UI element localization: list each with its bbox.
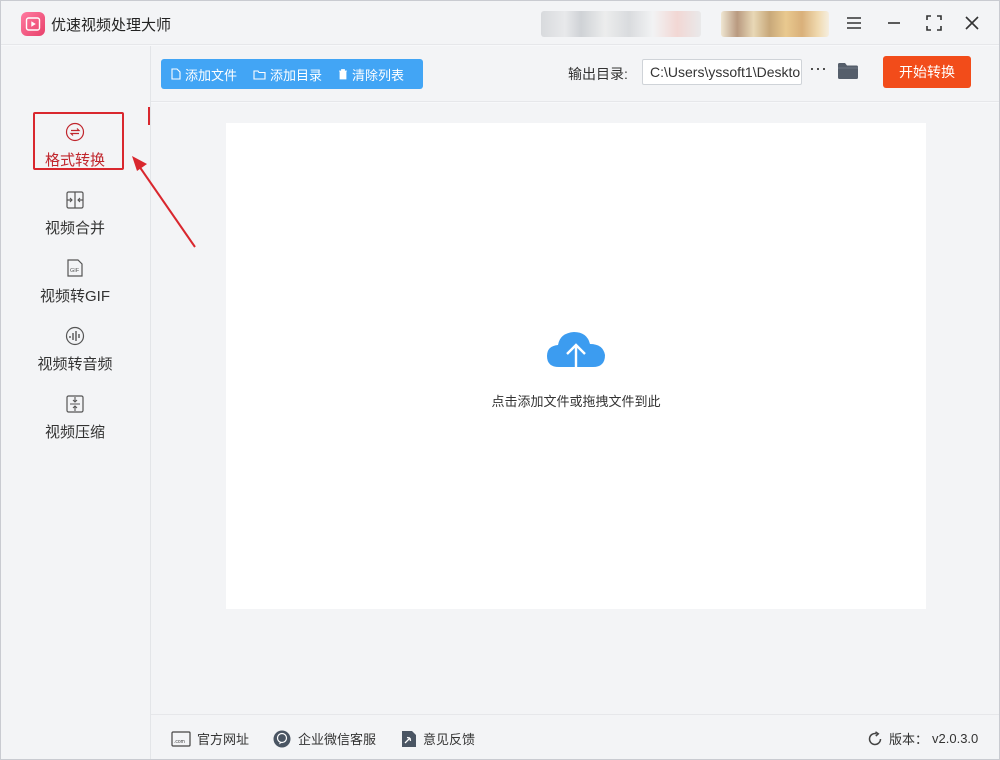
- wechat-icon: [273, 730, 291, 747]
- version-info: 版本： v2.0.3.0: [867, 729, 978, 748]
- trash-icon: [339, 69, 348, 80]
- browse-more-button[interactable]: ···: [808, 59, 828, 83]
- add-folder-button[interactable]: 添加目录: [237, 59, 322, 89]
- footer: .com 官方网址 企业微信客服 意见反馈 版本： v2.0.3.0: [151, 714, 999, 759]
- maximize-button[interactable]: [919, 9, 949, 37]
- add-file-button[interactable]: 添加文件: [161, 59, 237, 89]
- app-window: 优速视频处理大师 格式转换 视频合并 GIF 视频转GIF 视频转音频 视频压缩…: [0, 0, 1000, 760]
- version-number: v2.0.3.0: [932, 731, 979, 746]
- folder-icon: [253, 69, 266, 80]
- open-folder-button[interactable]: [837, 62, 859, 83]
- svg-text:GIF: GIF: [70, 268, 80, 274]
- website-icon: .com: [171, 730, 191, 747]
- wechat-support-link[interactable]: 企业微信客服: [272, 729, 376, 748]
- title-bar: 优速视频处理大师: [1, 1, 999, 45]
- menu-icon: [847, 17, 861, 29]
- sidebar-item-label: 视频转音频: [37, 356, 113, 373]
- active-item-highlight: [33, 112, 124, 170]
- sidebar-item-video-merge[interactable]: 视频合并: [1, 185, 149, 249]
- website-link[interactable]: .com 官方网址: [171, 729, 249, 748]
- maximize-icon: [926, 15, 942, 31]
- sidebar: 格式转换 视频合并 GIF 视频转GIF 视频转音频 视频压缩: [1, 46, 151, 759]
- sidebar-item-label: 视频转GIF: [40, 288, 110, 305]
- close-button[interactable]: [957, 9, 987, 37]
- feedback-link[interactable]: 意见反馈: [401, 729, 475, 748]
- clear-list-button[interactable]: 清除列表: [322, 59, 404, 89]
- refresh-icon: [868, 730, 882, 745]
- feedback-icon: [402, 730, 416, 747]
- gif-icon: GIF: [65, 257, 85, 279]
- sidebar-item-label: 视频合并: [44, 220, 105, 237]
- file-icon: [171, 68, 181, 80]
- toolbar: 添加文件 添加目录 清除列表 输出目录: C:\Users\yssoft1\De…: [151, 46, 999, 102]
- blurred-user-info: [541, 11, 701, 37]
- folder-icon: [838, 63, 858, 79]
- blurred-avatar: [721, 11, 829, 37]
- start-convert-button[interactable]: 开始转换: [883, 56, 971, 88]
- video-merge-icon: [65, 189, 85, 211]
- close-icon: [965, 16, 979, 30]
- drop-hint-text: 点击添加文件或拖拽文件到此: [491, 394, 661, 409]
- sidebar-item-video-to-gif[interactable]: GIF 视频转GIF: [1, 253, 149, 317]
- sidebar-item-video-to-audio[interactable]: 视频转音频: [1, 321, 149, 385]
- menu-button[interactable]: [839, 9, 869, 37]
- version-label: 版本：: [889, 732, 929, 747]
- file-button-group: 添加文件 添加目录 清除列表: [161, 59, 423, 89]
- output-dir-label: 输出目录:: [568, 66, 628, 82]
- audio-icon: [65, 325, 85, 347]
- svg-text:.com: .com: [174, 739, 185, 745]
- video-play-icon: [21, 12, 45, 36]
- compress-icon: [65, 393, 85, 415]
- main-area: 点击添加文件或拖拽文件到此: [151, 103, 999, 714]
- file-drop-zone[interactable]: 点击添加文件或拖拽文件到此: [226, 123, 926, 609]
- minimize-icon: [888, 22, 900, 24]
- sidebar-item-label: 视频压缩: [44, 424, 105, 441]
- output-dir-field[interactable]: C:\Users\yssoft1\Desktop: [642, 59, 802, 85]
- cloud-upload-icon: [547, 332, 605, 381]
- minimize-button[interactable]: [879, 9, 909, 37]
- sidebar-item-video-compress[interactable]: 视频压缩: [1, 389, 149, 453]
- app-title: 优速视频处理大师: [51, 17, 172, 34]
